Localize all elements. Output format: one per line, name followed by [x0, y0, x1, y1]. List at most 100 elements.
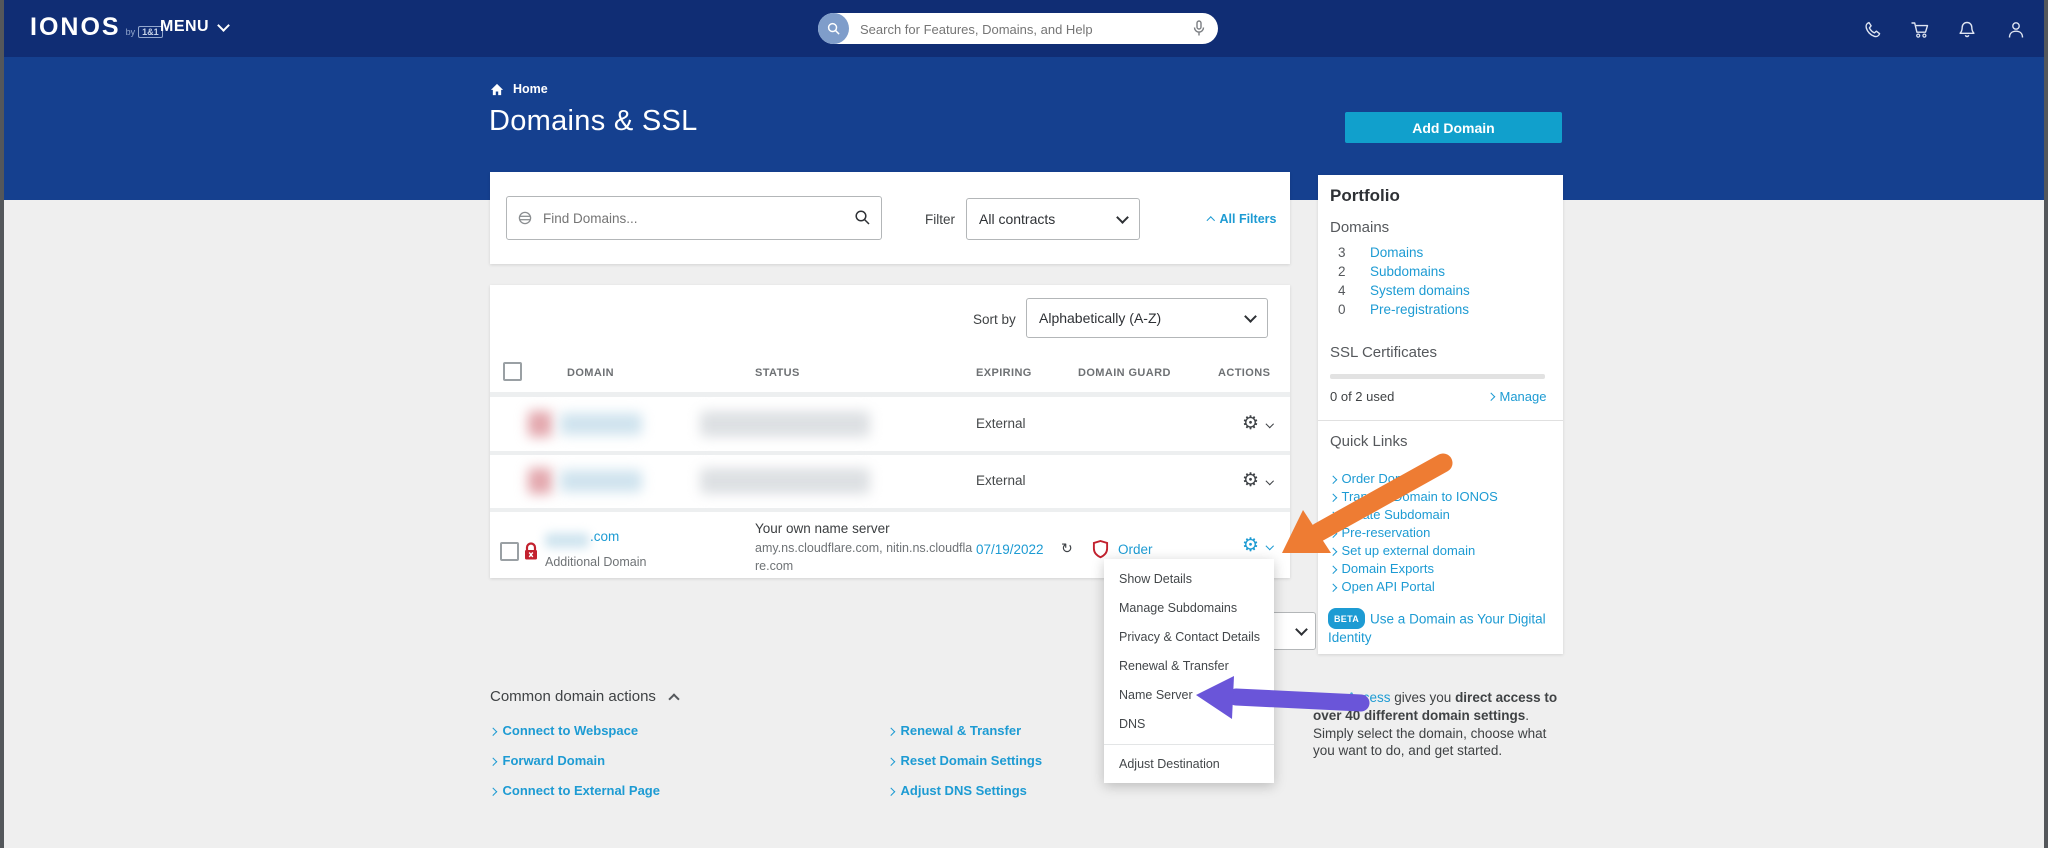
quick-link-domain-exports[interactable]: Domain Exports — [1330, 561, 1434, 576]
count-value: 0 — [1338, 302, 1346, 317]
chevron-down-icon[interactable] — [1266, 542, 1274, 550]
logo-by-text: by — [126, 27, 136, 37]
breadcrumb-home-label: Home — [513, 82, 548, 96]
redacted-domain-name — [560, 470, 642, 492]
home-icon — [490, 83, 504, 96]
breadcrumb[interactable]: Home — [490, 82, 548, 96]
redacted-domain-icon — [528, 468, 552, 494]
common-actions-toggle[interactable]: Common domain actions — [490, 688, 678, 705]
chevron-down-icon — [217, 19, 230, 32]
chevron-down-icon — [1295, 623, 1308, 636]
column-header-domain: DOMAIN — [567, 367, 614, 379]
redacted-status — [700, 468, 870, 494]
redacted-domain-icon — [528, 411, 552, 437]
quick-link-pre-reservation[interactable]: Pre-reservation — [1330, 525, 1430, 540]
access-link[interactable]: Access — [1347, 690, 1391, 705]
count-value: 2 — [1338, 264, 1346, 279]
caret-up-icon — [1207, 217, 1215, 225]
add-domain-button[interactable]: Add Domain — [1345, 112, 1562, 143]
menu-item-manage-subdomains[interactable]: Manage Subdomains — [1104, 594, 1274, 623]
domain-filter-card: Filter All contracts All Filters — [490, 172, 1290, 264]
gear-actions-icon[interactable]: ⚙ — [1242, 471, 1259, 490]
cart-icon[interactable] — [1910, 20, 1930, 40]
chevron-right-icon — [1329, 511, 1337, 519]
chevron-down-icon[interactable] — [1266, 420, 1274, 428]
table-row[interactable]: External ⚙ — [490, 397, 1290, 451]
portfolio-title: Portfolio — [1330, 186, 1400, 206]
menu-item-adjust-destination[interactable]: Adjust Destination — [1104, 749, 1274, 779]
link-forward-domain[interactable]: Forward Domain — [490, 753, 605, 768]
bell-icon[interactable] — [1957, 20, 1977, 40]
window-edge-left — [0, 0, 4, 848]
all-filters-toggle[interactable]: All Filters — [1208, 212, 1276, 226]
microphone-icon[interactable] — [1191, 20, 1207, 37]
chevron-right-icon — [887, 787, 895, 795]
link-connect-webspace[interactable]: Connect to Webspace — [490, 723, 638, 738]
find-domains-input[interactable] — [506, 196, 882, 240]
link-renewal-transfer[interactable]: Renewal & Transfer — [888, 723, 1021, 738]
menu-item-privacy-contact[interactable]: Privacy & Contact Details — [1104, 623, 1274, 652]
menu-item-name-server[interactable]: Name Server — [1104, 681, 1274, 710]
order-domain-guard-link[interactable]: Order — [1118, 542, 1153, 557]
sort-by-label: Sort by — [973, 312, 1016, 327]
gear-actions-icon[interactable]: ⚙ — [1242, 414, 1259, 433]
beta-digital-identity-link[interactable]: BETAUse a Domain as Your Digital Identit… — [1328, 608, 1560, 647]
column-header-status: STATUS — [755, 367, 800, 379]
status-detail: amy.ns.cloudflare.com, nitin.ns.cloudfla… — [755, 539, 975, 575]
portfolio-link-domains[interactable]: Domains — [1370, 245, 1423, 260]
user-icon[interactable] — [2006, 20, 2026, 40]
logo-1and1-badge: 1&1 — [138, 26, 163, 38]
portfolio-link-subdomains[interactable]: Subdomains — [1370, 264, 1445, 279]
status-cell: Your own name server amy.ns.cloudflare.c… — [755, 521, 975, 575]
page-title: Domains & SSL — [489, 105, 698, 138]
find-search-icon[interactable] — [854, 209, 871, 226]
ssl-usage-bar — [1330, 374, 1545, 379]
chevron-right-icon — [887, 757, 895, 765]
quick-link-transfer-domain[interactable]: Transfer Domain to IONOS — [1330, 489, 1498, 504]
menu-item-show-details[interactable]: Show Details — [1104, 565, 1274, 594]
lock-error-icon — [523, 541, 539, 561]
global-search-input[interactable] — [858, 13, 1172, 46]
chevron-right-icon — [1329, 547, 1337, 555]
domain-globe-icon — [517, 210, 533, 226]
select-all-checkbox[interactable] — [503, 362, 522, 381]
quick-link-create-subdomain[interactable]: Create Subdomain — [1330, 507, 1450, 522]
portfolio-link-pre-registrations[interactable]: Pre-registrations — [1370, 302, 1469, 317]
chevron-down-icon[interactable] — [1266, 477, 1274, 485]
contracts-select[interactable]: All contracts — [966, 198, 1140, 240]
sort-select[interactable]: Alphabetically (A-Z) — [1026, 298, 1268, 338]
portfolio-link-system-domains[interactable]: System domains — [1370, 283, 1470, 298]
section-divider — [1318, 420, 1563, 421]
chevron-right-icon — [1329, 583, 1337, 591]
chevron-right-icon — [489, 727, 497, 735]
table-row[interactable]: External ⚙ — [490, 455, 1290, 508]
promo-text: Access gives you direct access to over 4… — [1313, 689, 1566, 760]
column-header-expiring: EXPIRING — [976, 367, 1032, 379]
quick-link-setup-external-domain[interactable]: Set up external domain — [1330, 543, 1475, 558]
redacted-domain-name — [560, 413, 642, 435]
chevron-right-icon — [1329, 475, 1337, 483]
expiring-date-link[interactable]: 07/19/2022 — [976, 542, 1044, 557]
link-connect-external-page[interactable]: Connect to External Page — [490, 783, 660, 798]
menu-item-dns[interactable]: DNS — [1104, 710, 1274, 739]
quick-links-heading: Quick Links — [1330, 433, 1408, 450]
link-reset-domain-settings[interactable]: Reset Domain Settings — [888, 753, 1042, 768]
chevron-right-icon — [1487, 393, 1495, 401]
find-domains-field — [506, 196, 882, 240]
menu-button[interactable]: MENU — [160, 18, 228, 36]
count-value: 3 — [1338, 245, 1346, 260]
gear-actions-icon-active[interactable]: ⚙ — [1242, 536, 1259, 555]
domain-link[interactable]: .com — [590, 529, 619, 544]
ionos-logo[interactable]: IONOS by 1&1 — [30, 13, 163, 42]
search-icon[interactable] — [818, 13, 849, 44]
link-adjust-dns-settings[interactable]: Adjust DNS Settings — [888, 783, 1027, 798]
menu-separator — [1104, 744, 1274, 745]
phone-icon[interactable] — [1862, 20, 1882, 40]
menu-item-renewal-transfer[interactable]: Renewal & Transfer — [1104, 652, 1274, 681]
ssl-manage-link[interactable]: Manage — [1488, 389, 1546, 404]
quick-link-order-domain[interactable]: Order Domain — [1330, 471, 1423, 486]
expiring-value: External — [976, 473, 1026, 488]
row-checkbox[interactable] — [500, 542, 519, 561]
quick-link-open-api-portal[interactable]: Open API Portal — [1330, 579, 1435, 594]
sort-select-value: Alphabetically (A-Z) — [1039, 310, 1161, 326]
